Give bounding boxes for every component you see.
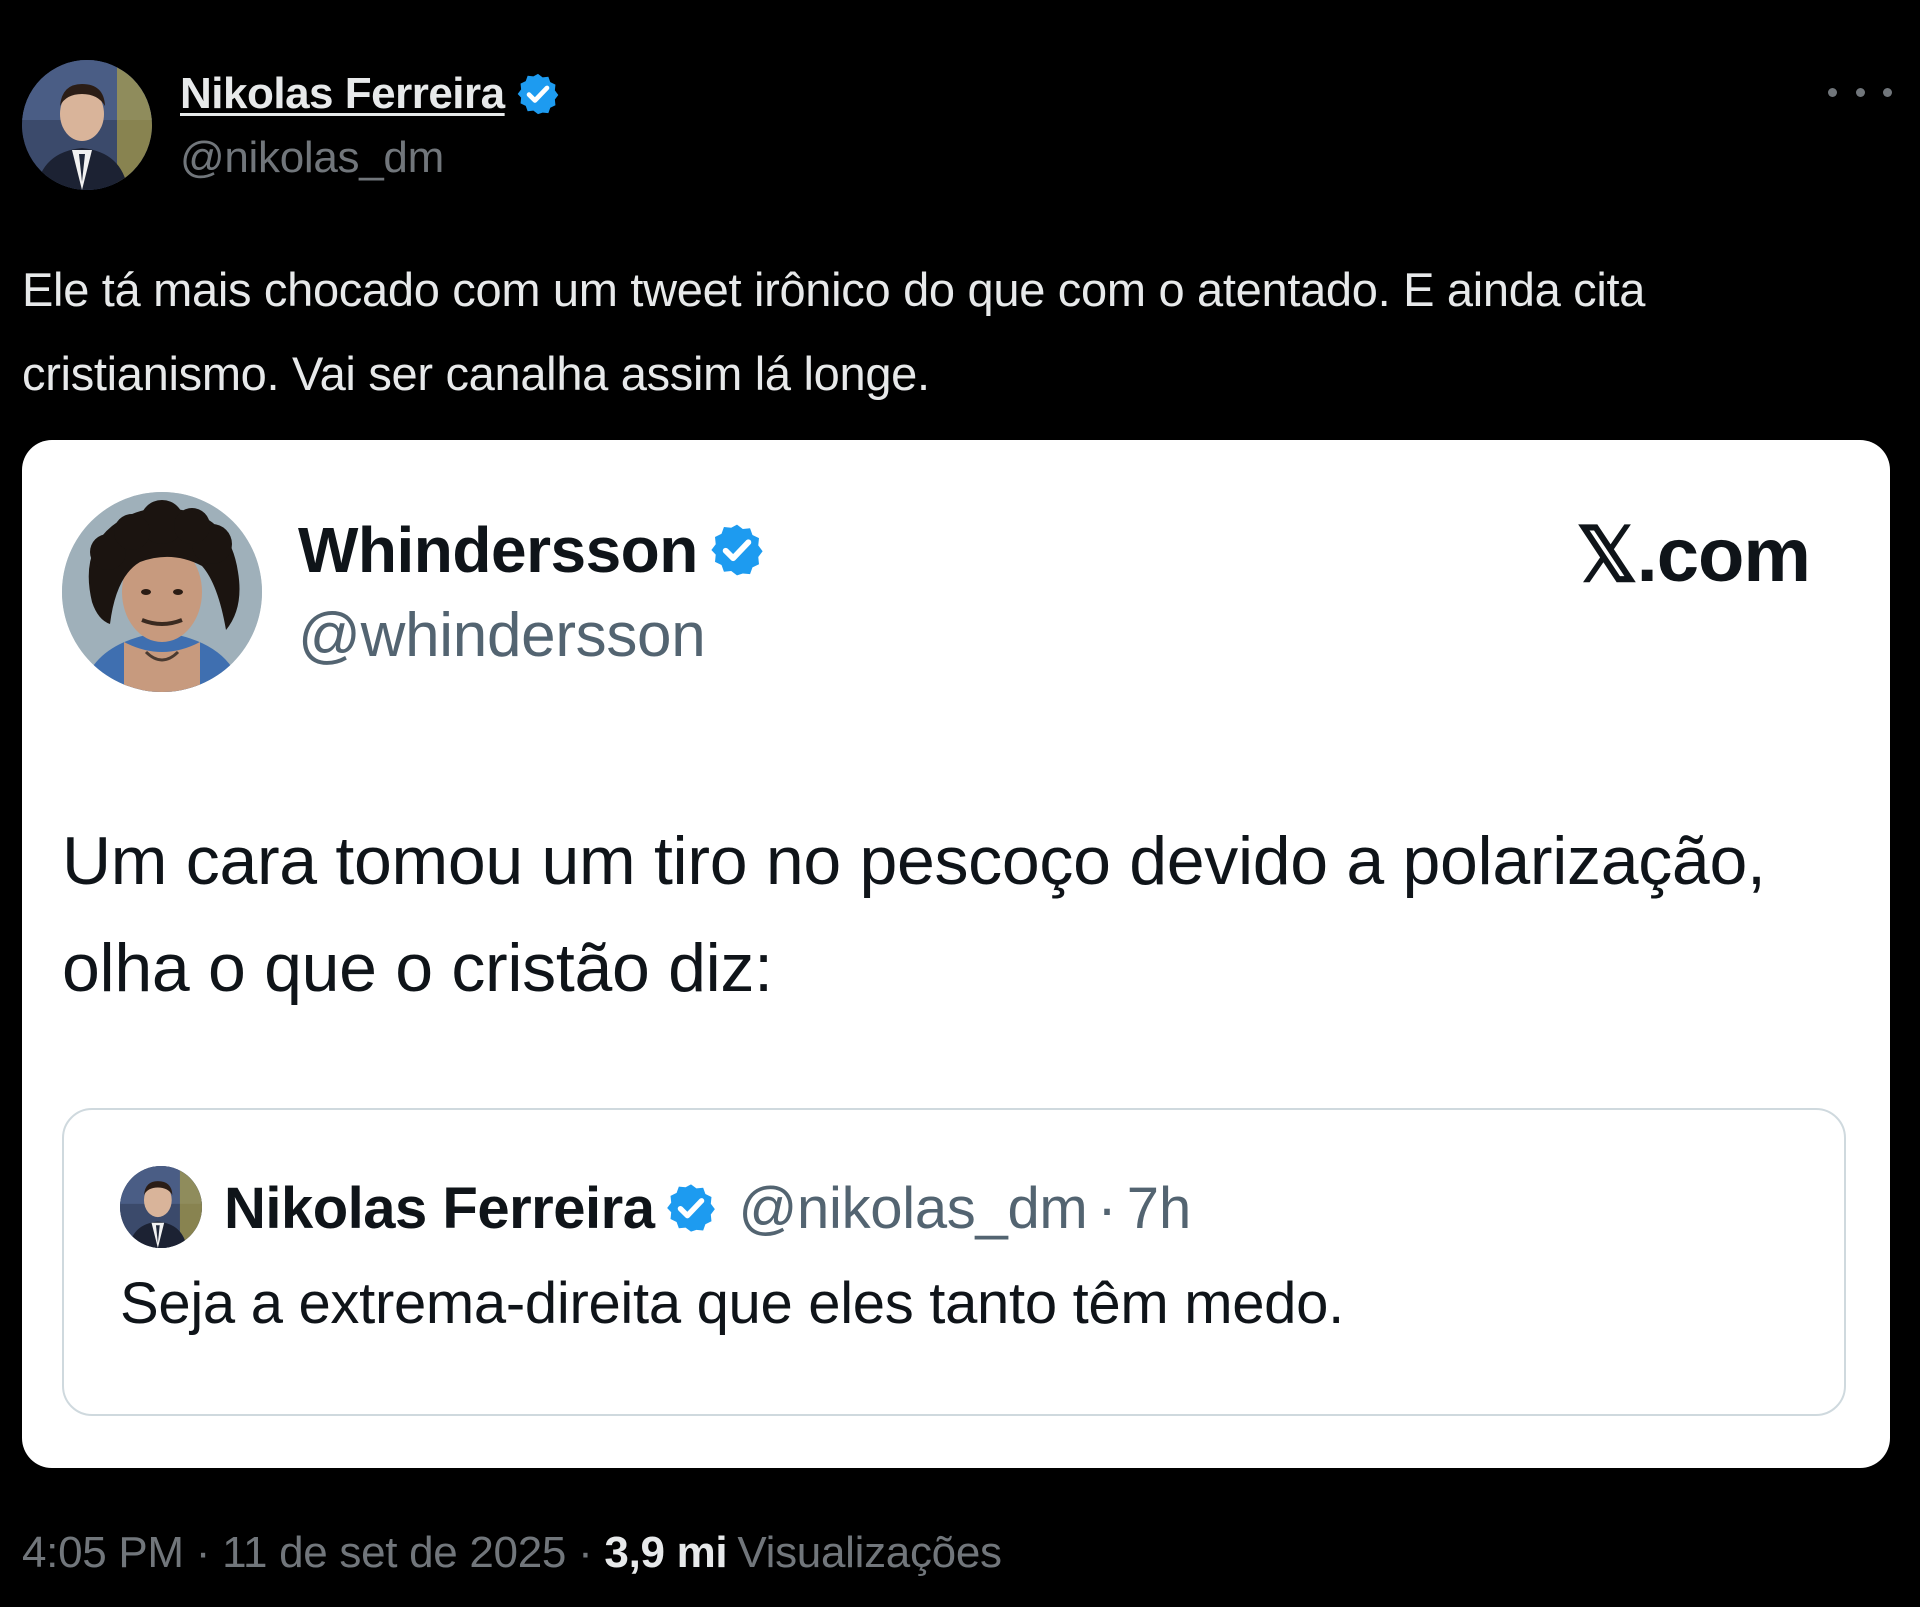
quoted-tweet[interactable]: Nikolas Ferreira @nikolas_dm · 7h Seja a…	[62, 1108, 1846, 1416]
tweet-text: Ele tá mais chocado com um tweet irônico…	[22, 263, 1646, 400]
avatar-photo-icon	[120, 1166, 202, 1248]
more-dot	[1855, 87, 1865, 97]
card-author-avatar[interactable]	[62, 492, 262, 692]
author-avatar[interactable]	[22, 60, 152, 190]
quoted-tweet-meta: Nikolas Ferreira @nikolas_dm · 7h	[224, 1172, 1191, 1244]
x-logo-site-label: 𝕏.com	[1576, 513, 1811, 598]
meta-separator: ·	[195, 1528, 211, 1577]
meta-separator: ·	[1097, 1175, 1117, 1241]
avatar-photo-icon	[22, 60, 152, 190]
author-name[interactable]: Nikolas Ferreira	[180, 69, 505, 119]
embedded-tweet-card[interactable]: Whindersson @whindersson 𝕏.com Um cara t…	[22, 440, 1890, 1468]
avatar-photo-icon	[62, 492, 262, 692]
card-author-name[interactable]: Whindersson	[298, 513, 698, 587]
quoted-author-handle[interactable]: @nikolas_dm	[738, 1175, 1087, 1242]
verified-badge-icon	[664, 1181, 718, 1235]
quoted-author-name[interactable]: Nikolas Ferreira	[224, 1175, 655, 1242]
verified-badge-icon	[515, 71, 561, 117]
tweet-date[interactable]: 11 de set de 2025	[222, 1528, 566, 1578]
quoted-author-avatar[interactable]	[120, 1166, 202, 1248]
views-count: 3,9 mi	[604, 1528, 728, 1577]
views-label[interactable]: Visualizações	[737, 1528, 1002, 1578]
more-horizontal-icon	[1828, 87, 1837, 97]
verified-badge-icon	[708, 521, 766, 579]
more-dot	[1883, 87, 1892, 97]
quoted-tweet-text: Seja a extrema-direita que eles tanto tê…	[120, 1271, 1344, 1336]
card-author-handle[interactable]: @whindersson	[298, 600, 706, 671]
quoted-tweet-time[interactable]: 7h	[1127, 1175, 1192, 1242]
tweet-meta-footer: 4:05 PM · 11 de set de 2025 · 3,9 mi Vis…	[22, 1528, 1002, 1578]
author-name-row: Nikolas Ferreira	[180, 64, 561, 124]
more-options-button[interactable]	[1828, 72, 1892, 112]
author-handle[interactable]: @nikolas_dm	[180, 133, 444, 183]
card-tweet-text: Um cara tomou um tiro no pescoço devido …	[62, 823, 1766, 1006]
card-author-name-row: Whindersson	[298, 510, 766, 590]
tweet-time[interactable]: 4:05 PM	[22, 1528, 184, 1578]
meta-separator: ·	[578, 1528, 593, 1577]
